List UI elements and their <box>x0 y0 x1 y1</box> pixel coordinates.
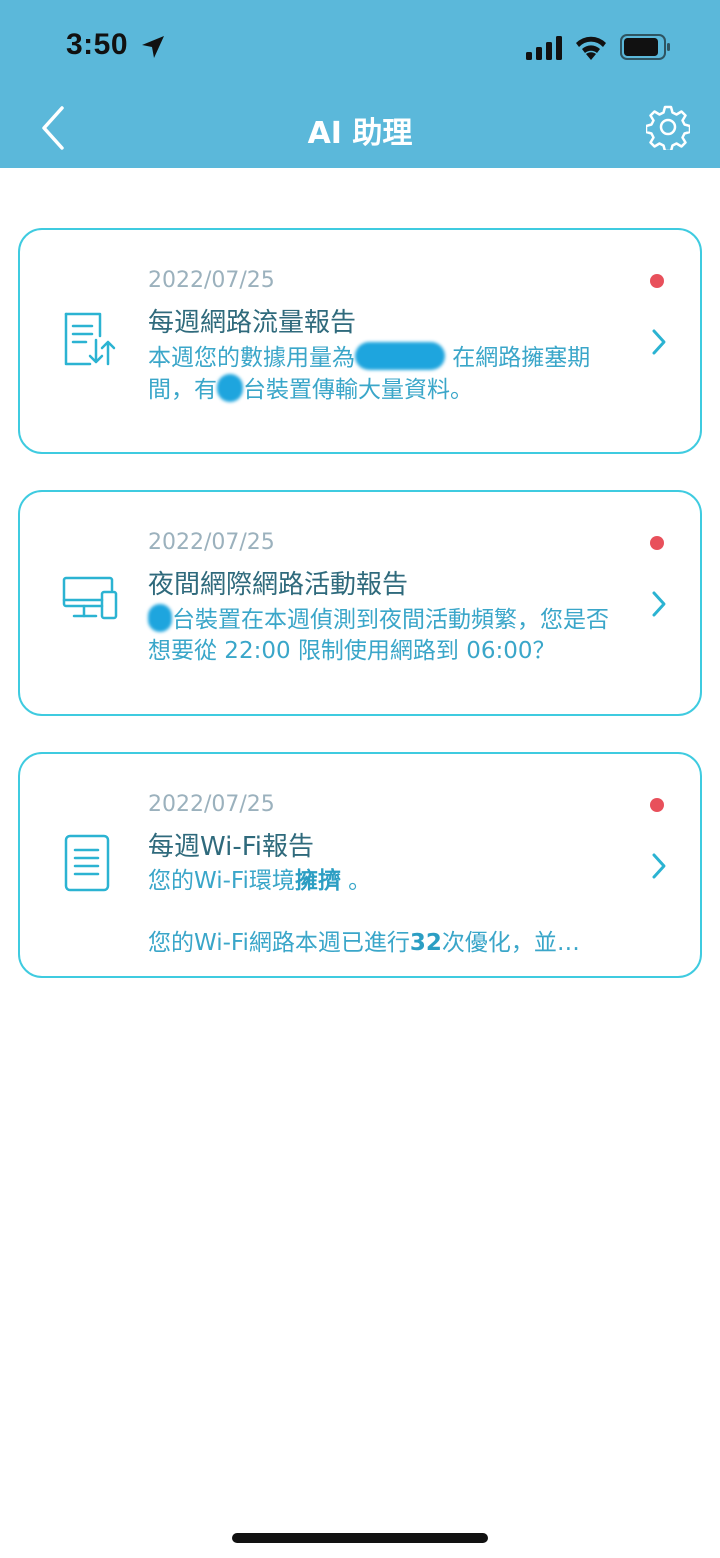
location-arrow-icon <box>142 36 164 58</box>
redacted-value <box>355 342 445 370</box>
card-title: 每週Wi-Fi報告 <box>148 832 315 862</box>
chevron-right-icon <box>652 329 666 355</box>
page-title: AI 助理 <box>307 116 413 151</box>
optimization-count: 32 <box>409 930 442 956</box>
status-time: 3:50 <box>66 28 129 61</box>
devices-icon <box>62 576 118 620</box>
redacted-value <box>148 604 172 632</box>
card-description: 台裝置在本週偵測到夜間活動頻繁，您是否想要從 22:00 限制使用網路到 06:… <box>148 604 628 667</box>
card-description: 您的Wi-Fi環境擁擠 。 您的Wi-Fi網路本週已進行32次優化，並… <box>148 866 628 959</box>
card-weekly-wifi-report[interactable]: 2022/07/25 每週Wi-Fi報告 您的Wi-Fi環境擁擠 。 您的Wi-… <box>18 752 702 978</box>
desc-text: 次優化，並… <box>441 930 580 956</box>
card-date: 2022/07/25 <box>148 268 275 293</box>
unread-dot <box>650 536 664 550</box>
unread-dot <box>650 274 664 288</box>
desc-text: 您的Wi-Fi網路本週已進行 <box>148 930 410 956</box>
wifi-status-line: 您的Wi-Fi環境擁擠 。 <box>148 866 628 897</box>
desc-text: 您的Wi-Fi環境 <box>148 868 295 894</box>
desc-text: 台裝置傳輸大量資料。 <box>243 377 473 403</box>
settings-button[interactable] <box>644 104 692 153</box>
card-date: 2022/07/25 <box>148 792 275 817</box>
desc-text: 台裝置在本週偵測到夜間活動頻繁，您是否想要從 22:00 限制使用網路到 06:… <box>148 607 609 664</box>
card-night-activity-report[interactable]: 2022/07/25 夜間網際網路活動報告 台裝置在本週偵測到夜間活動頻繁，您是… <box>18 490 702 716</box>
document-icon <box>64 834 110 892</box>
wifi-icon <box>576 36 606 60</box>
card-weekly-traffic-report[interactable]: 2022/07/25 每週網路流量報告 本週您的數據用量為 在網路擁塞期間，有台… <box>18 228 702 454</box>
gear-icon <box>644 105 692 153</box>
desc-text: 。 <box>340 868 372 894</box>
chevron-right-icon <box>652 591 666 617</box>
card-description: 本週您的數據用量為 在網路擁塞期間，有 台裝置傳輸大量資料。 <box>148 342 628 406</box>
cellular-signal-icon <box>526 36 562 60</box>
battery-icon <box>620 34 670 60</box>
card-date: 2022/07/25 <box>148 530 275 555</box>
traffic-report-icon <box>64 312 116 366</box>
desc-text: 本週您的數據用量為 <box>148 345 355 371</box>
wifi-status-value: 擁擠 <box>294 868 341 894</box>
card-title: 每週網路流量報告 <box>148 308 357 338</box>
wifi-optimization-line: 您的Wi-Fi網路本週已進行32次優化，並… <box>148 928 628 959</box>
app-header: 3:50 AI 助理 <box>0 0 720 168</box>
home-indicator[interactable] <box>232 1533 488 1543</box>
card-title: 夜間網際網路活動報告 <box>148 570 409 600</box>
redacted-value <box>217 374 243 402</box>
chevron-right-icon <box>652 853 666 879</box>
unread-dot <box>650 798 664 812</box>
